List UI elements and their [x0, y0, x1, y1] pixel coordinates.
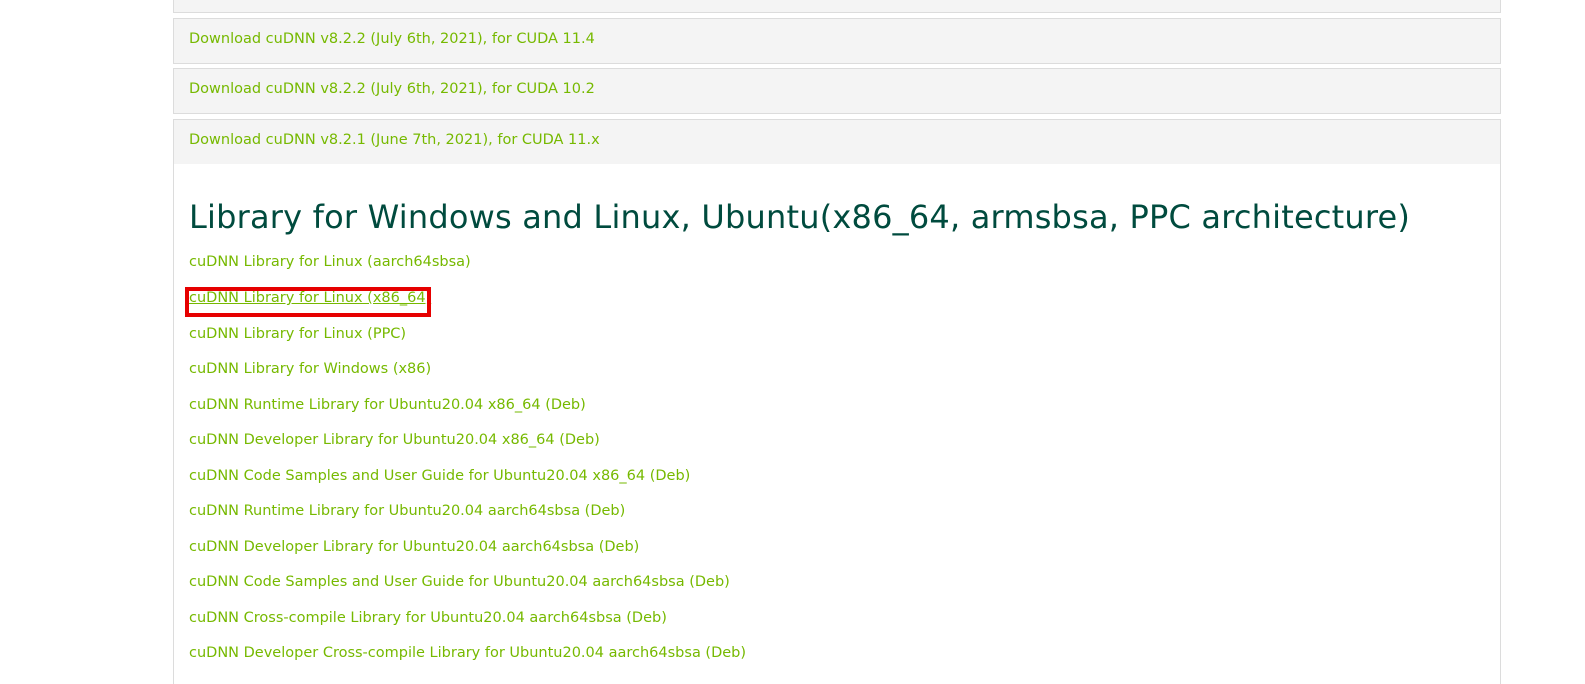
accordion-label-cudnn-821-cuda11x[interactable]: Download cuDNN v8.2.1 (June 7th, 2021), … [189, 132, 600, 148]
section-heading: Library for Windows and Linux, Ubuntu(x8… [189, 198, 1411, 236]
accordion-panel-cudnn-821: Library for Windows and Linux, Ubuntu(x8… [173, 164, 1501, 684]
accordion-row-previous[interactable] [173, 0, 1501, 13]
link-linux-aarch64sbsa[interactable]: cuDNN Library for Linux (aarch64sbsa) [189, 254, 471, 270]
link-developer-ubuntu2004-x86-64[interactable]: cuDNN Developer Library for Ubuntu20.04 … [189, 432, 600, 448]
link-windows-x86[interactable]: cuDNN Library for Windows (x86) [189, 361, 431, 377]
link-linux-ppc[interactable]: cuDNN Library for Linux (PPC) [189, 326, 406, 342]
link-cross-compile-ubuntu2004-aarch64sbsa[interactable]: cuDNN Cross-compile Library for Ubuntu20… [189, 610, 667, 626]
link-samples-ubuntu2004-aarch64sbsa[interactable]: cuDNN Code Samples and User Guide for Ub… [189, 574, 730, 590]
accordion-label-cudnn-822-cuda102[interactable]: Download cuDNN v8.2.2 (July 6th, 2021), … [189, 81, 595, 97]
accordion-row-cudnn-822-cuda114[interactable]: Download cuDNN v8.2.2 (July 6th, 2021), … [173, 18, 1501, 64]
accordion-row-cudnn-822-cuda102[interactable]: Download cuDNN v8.2.2 (July 6th, 2021), … [173, 68, 1501, 114]
accordion-row-cudnn-821-cuda11x[interactable]: Download cuDNN v8.2.1 (June 7th, 2021), … [173, 119, 1501, 165]
link-linux-x86-64[interactable]: cuDNN Library for Linux (x86_64) [189, 290, 431, 306]
link-developer-ubuntu2004-aarch64sbsa[interactable]: cuDNN Developer Library for Ubuntu20.04 … [189, 539, 639, 555]
link-samples-ubuntu2004-x86-64[interactable]: cuDNN Code Samples and User Guide for Ub… [189, 468, 690, 484]
link-developer-cross-compile-ubuntu2004-aarch64sbsa[interactable]: cuDNN Developer Cross-compile Library fo… [189, 645, 746, 661]
link-runtime-ubuntu2004-x86-64[interactable]: cuDNN Runtime Library for Ubuntu20.04 x8… [189, 397, 586, 413]
accordion-label-cudnn-822-cuda114[interactable]: Download cuDNN v8.2.2 (July 6th, 2021), … [189, 31, 595, 47]
link-runtime-ubuntu2004-aarch64sbsa[interactable]: cuDNN Runtime Library for Ubuntu20.04 aa… [189, 503, 625, 519]
